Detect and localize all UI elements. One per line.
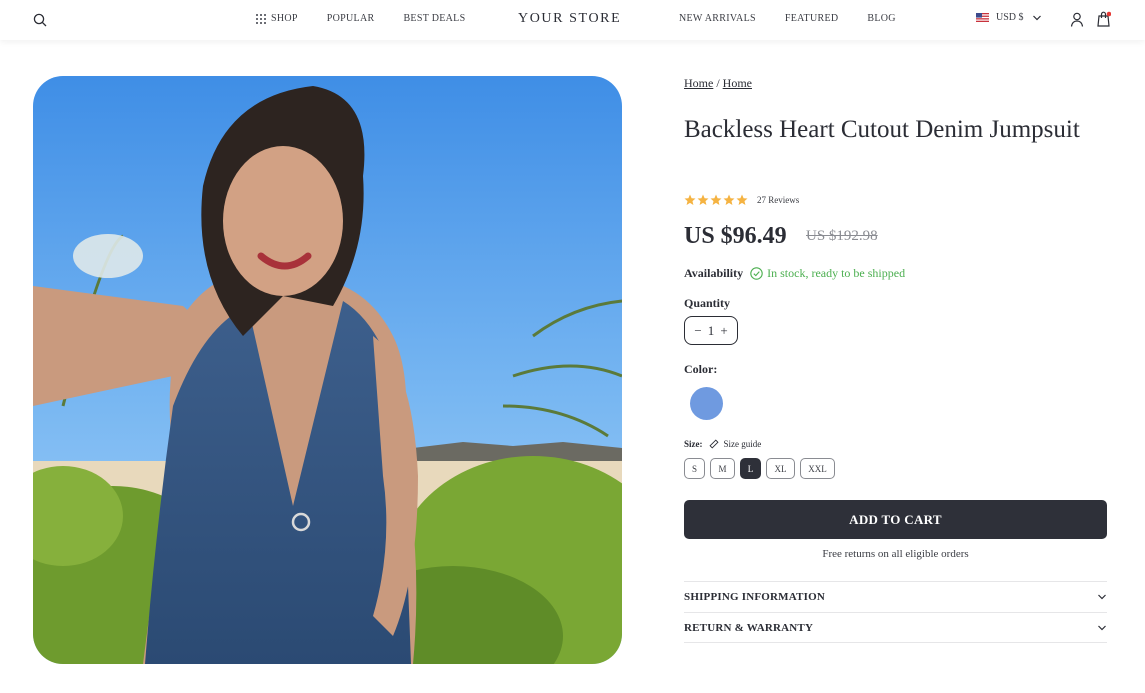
nav-left: SHOP POPULAR BEST DEALS [256, 13, 494, 24]
add-to-cart-button[interactable]: ADD TO CART [684, 500, 1107, 539]
breadcrumb: Home / Home [684, 76, 752, 91]
nav-item-featured[interactable]: FEATURED [785, 13, 839, 24]
accordion-return-warranty[interactable]: RETURN & WARRANTY [684, 612, 1107, 643]
quantity-value[interactable]: 1 [708, 323, 715, 339]
reviews-link[interactable]: 27 Reviews [757, 195, 799, 205]
nav-item-blog[interactable]: BLOG [867, 13, 895, 24]
returns-note: Free returns on all eligible orders [822, 548, 969, 560]
account-icon[interactable] [1070, 12, 1084, 27]
product-title: Backless Heart Cutout Denim Jumpsuit [684, 116, 1080, 143]
product-price: US $96.49 [684, 223, 787, 249]
nav-item-popular[interactable]: POPULAR [327, 13, 375, 24]
color-swatch-option[interactable] [687, 384, 725, 422]
search-icon[interactable] [33, 13, 47, 27]
color-swatch-blue [689, 386, 723, 420]
breadcrumb-link-current[interactable]: Home [723, 76, 752, 90]
quantity-decrease-button[interactable]: − [692, 324, 704, 337]
nav-item-best-deals[interactable]: BEST DEALS [403, 13, 465, 24]
star-icon [684, 194, 696, 205]
nav-item-new-arrivals[interactable]: NEW ARRIVALS [679, 13, 756, 24]
size-option-xl[interactable]: XL [766, 458, 795, 479]
nav-right: NEW ARRIVALS FEATURED BLOG [679, 13, 925, 24]
nav-label-shop: SHOP [271, 13, 298, 24]
availability: Availability In stock, ready to be shipp… [684, 266, 905, 281]
chevron-down-icon [1032, 15, 1041, 20]
size-label: Size: [684, 439, 703, 449]
nav-item-shop[interactable]: SHOP [256, 13, 298, 24]
currency-selector[interactable]: USD $ [976, 12, 1042, 23]
us-flag-icon [976, 13, 989, 22]
compare-at-price: US $192.98 [806, 228, 878, 244]
availability-label: Availability [684, 266, 744, 280]
size-option-m[interactable]: M [710, 458, 735, 479]
quantity-label: Quantity [684, 296, 731, 310]
ruler-icon [708, 439, 719, 449]
breadcrumb-separator: / [716, 76, 720, 90]
chevron-down-icon [1098, 594, 1106, 600]
size-header: Size: Size guide [684, 439, 761, 449]
cart-bag-icon[interactable] [1097, 11, 1111, 27]
product-image[interactable] [33, 76, 622, 664]
availability-status: In stock, ready to be shipped [767, 266, 906, 280]
chevron-down-icon [1098, 625, 1106, 630]
accordion-label: RETURN & WARRANTY [684, 621, 814, 634]
site-header: SHOP POPULAR BEST DEALS YOUR STORE NEW A… [0, 0, 1145, 40]
star-icon [736, 194, 748, 205]
star-icon [697, 194, 709, 205]
product-rating: 27 Reviews [684, 194, 799, 206]
quantity-stepper: − 1 + [684, 316, 738, 345]
currency-label: USD $ [996, 12, 1024, 23]
store-logo[interactable]: YOUR STORE [518, 11, 621, 27]
breadcrumb-link-home[interactable]: Home [684, 76, 713, 90]
star-icon [723, 194, 735, 205]
size-option-xxl[interactable]: XXL [800, 458, 835, 479]
size-option-l[interactable]: L [740, 458, 761, 479]
size-options: S M L XL XXL [684, 458, 840, 479]
grid-icon [256, 13, 266, 24]
color-label: Color: [684, 362, 718, 376]
check-circle-icon [750, 267, 763, 280]
size-option-s[interactable]: S [684, 458, 705, 479]
star-icon [710, 194, 722, 205]
quantity-increase-button[interactable]: + [718, 324, 730, 337]
accordion-label: SHIPPING INFORMATION [684, 591, 825, 603]
star-rating [684, 194, 749, 206]
size-guide-link[interactable]: Size guide [724, 439, 762, 449]
accordion-shipping-information[interactable]: SHIPPING INFORMATION [684, 581, 1107, 612]
product-photo [33, 76, 622, 664]
